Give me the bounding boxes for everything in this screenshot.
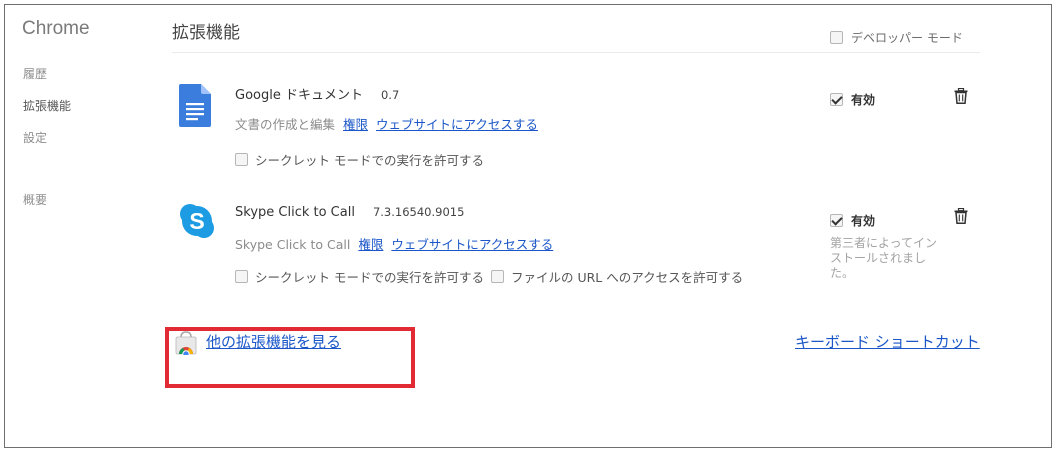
sidebar-item-extensions[interactable]: 拡張機能 (23, 97, 71, 114)
enabled-toggle[interactable]: 有効 (830, 212, 875, 229)
enabled-checkbox[interactable] (830, 93, 843, 106)
header-divider (172, 52, 980, 53)
file-url-checkbox[interactable] (490, 270, 504, 283)
google-docs-icon (179, 84, 211, 127)
extension-description-row: Skype Click to Call 権限 ウェブサイトにアクセスする (235, 234, 553, 253)
extension-item-skype: S Skype Click to Call 7.3.16540.9015 Skyp… (172, 198, 1002, 298)
visit-website-link[interactable]: ウェブサイトにアクセスする (376, 117, 538, 132)
developer-mode-label: デベロッパー モード (851, 31, 963, 45)
permissions-link[interactable]: 権限 (358, 237, 383, 252)
developer-mode-toggle[interactable]: デベロッパー モード (830, 29, 963, 46)
extension-name-text: Google ドキュメント (235, 88, 363, 103)
incognito-label: シークレット モードでの実行を許可する (255, 153, 484, 168)
enabled-toggle[interactable]: 有効 (830, 91, 875, 108)
extension-item-google-docs: Google ドキュメント 0.7 文書の作成と編集 権限 ウェブサイトにアクセスする… (172, 73, 1002, 173)
incognito-label: シークレット モードでの実行を許可する (255, 270, 484, 285)
page-title: 拡張機能 (172, 23, 240, 43)
file-url-label: ファイルの URL へのアクセスを許可する (510, 270, 744, 285)
trash-icon[interactable] (954, 208, 968, 224)
extensions-page: Chrome 履歴 拡張機能 設定 概要 拡張機能 デベロッパー モード Goo… (4, 4, 1052, 448)
incognito-option[interactable]: シークレット モードでの実行を許可する ファイルの URL へのアクセスを許可す… (235, 267, 743, 286)
extension-description: Skype Click to Call (235, 237, 351, 252)
extension-name: Google ドキュメント 0.7 (235, 84, 399, 103)
permissions-link[interactable]: 権限 (343, 117, 368, 132)
chrome-web-store-icon (175, 331, 197, 355)
skype-icon: S (180, 204, 214, 238)
third-party-install-note: 第三者によってインストールされました。 (830, 236, 938, 280)
extension-name: Skype Click to Call 7.3.16540.9015 (235, 205, 464, 220)
visit-website-link[interactable]: ウェブサイトにアクセスする (391, 237, 553, 252)
extension-description: 文書の作成と編集 (235, 117, 336, 132)
more-extensions-link[interactable]: 他の拡張機能を見る (206, 331, 341, 352)
trash-icon[interactable] (954, 88, 968, 104)
keyboard-shortcuts-link[interactable]: キーボード ショートカット (795, 331, 980, 352)
incognito-checkbox[interactable] (235, 153, 248, 166)
extension-name-text: Skype Click to Call (235, 205, 355, 220)
incognito-checkbox[interactable] (235, 270, 248, 283)
developer-mode-checkbox[interactable] (830, 31, 843, 44)
enabled-label: 有効 (851, 214, 876, 228)
extension-version: 0.7 (380, 88, 400, 102)
enabled-checkbox[interactable] (830, 214, 843, 227)
extension-version: 7.3.16540.9015 (372, 205, 465, 219)
svg-text:S: S (189, 208, 204, 234)
sidebar-item-settings[interactable]: 設定 (23, 129, 47, 146)
enabled-label: 有効 (851, 93, 876, 107)
extension-description-row: 文書の作成と編集 権限 ウェブサイトにアクセスする (235, 114, 538, 133)
incognito-option[interactable]: シークレット モードでの実行を許可する (235, 150, 484, 169)
sidebar-item-about[interactable]: 概要 (23, 191, 47, 208)
chrome-brand-label: Chrome (22, 18, 90, 39)
sidebar-item-history[interactable]: 履歴 (23, 65, 47, 82)
